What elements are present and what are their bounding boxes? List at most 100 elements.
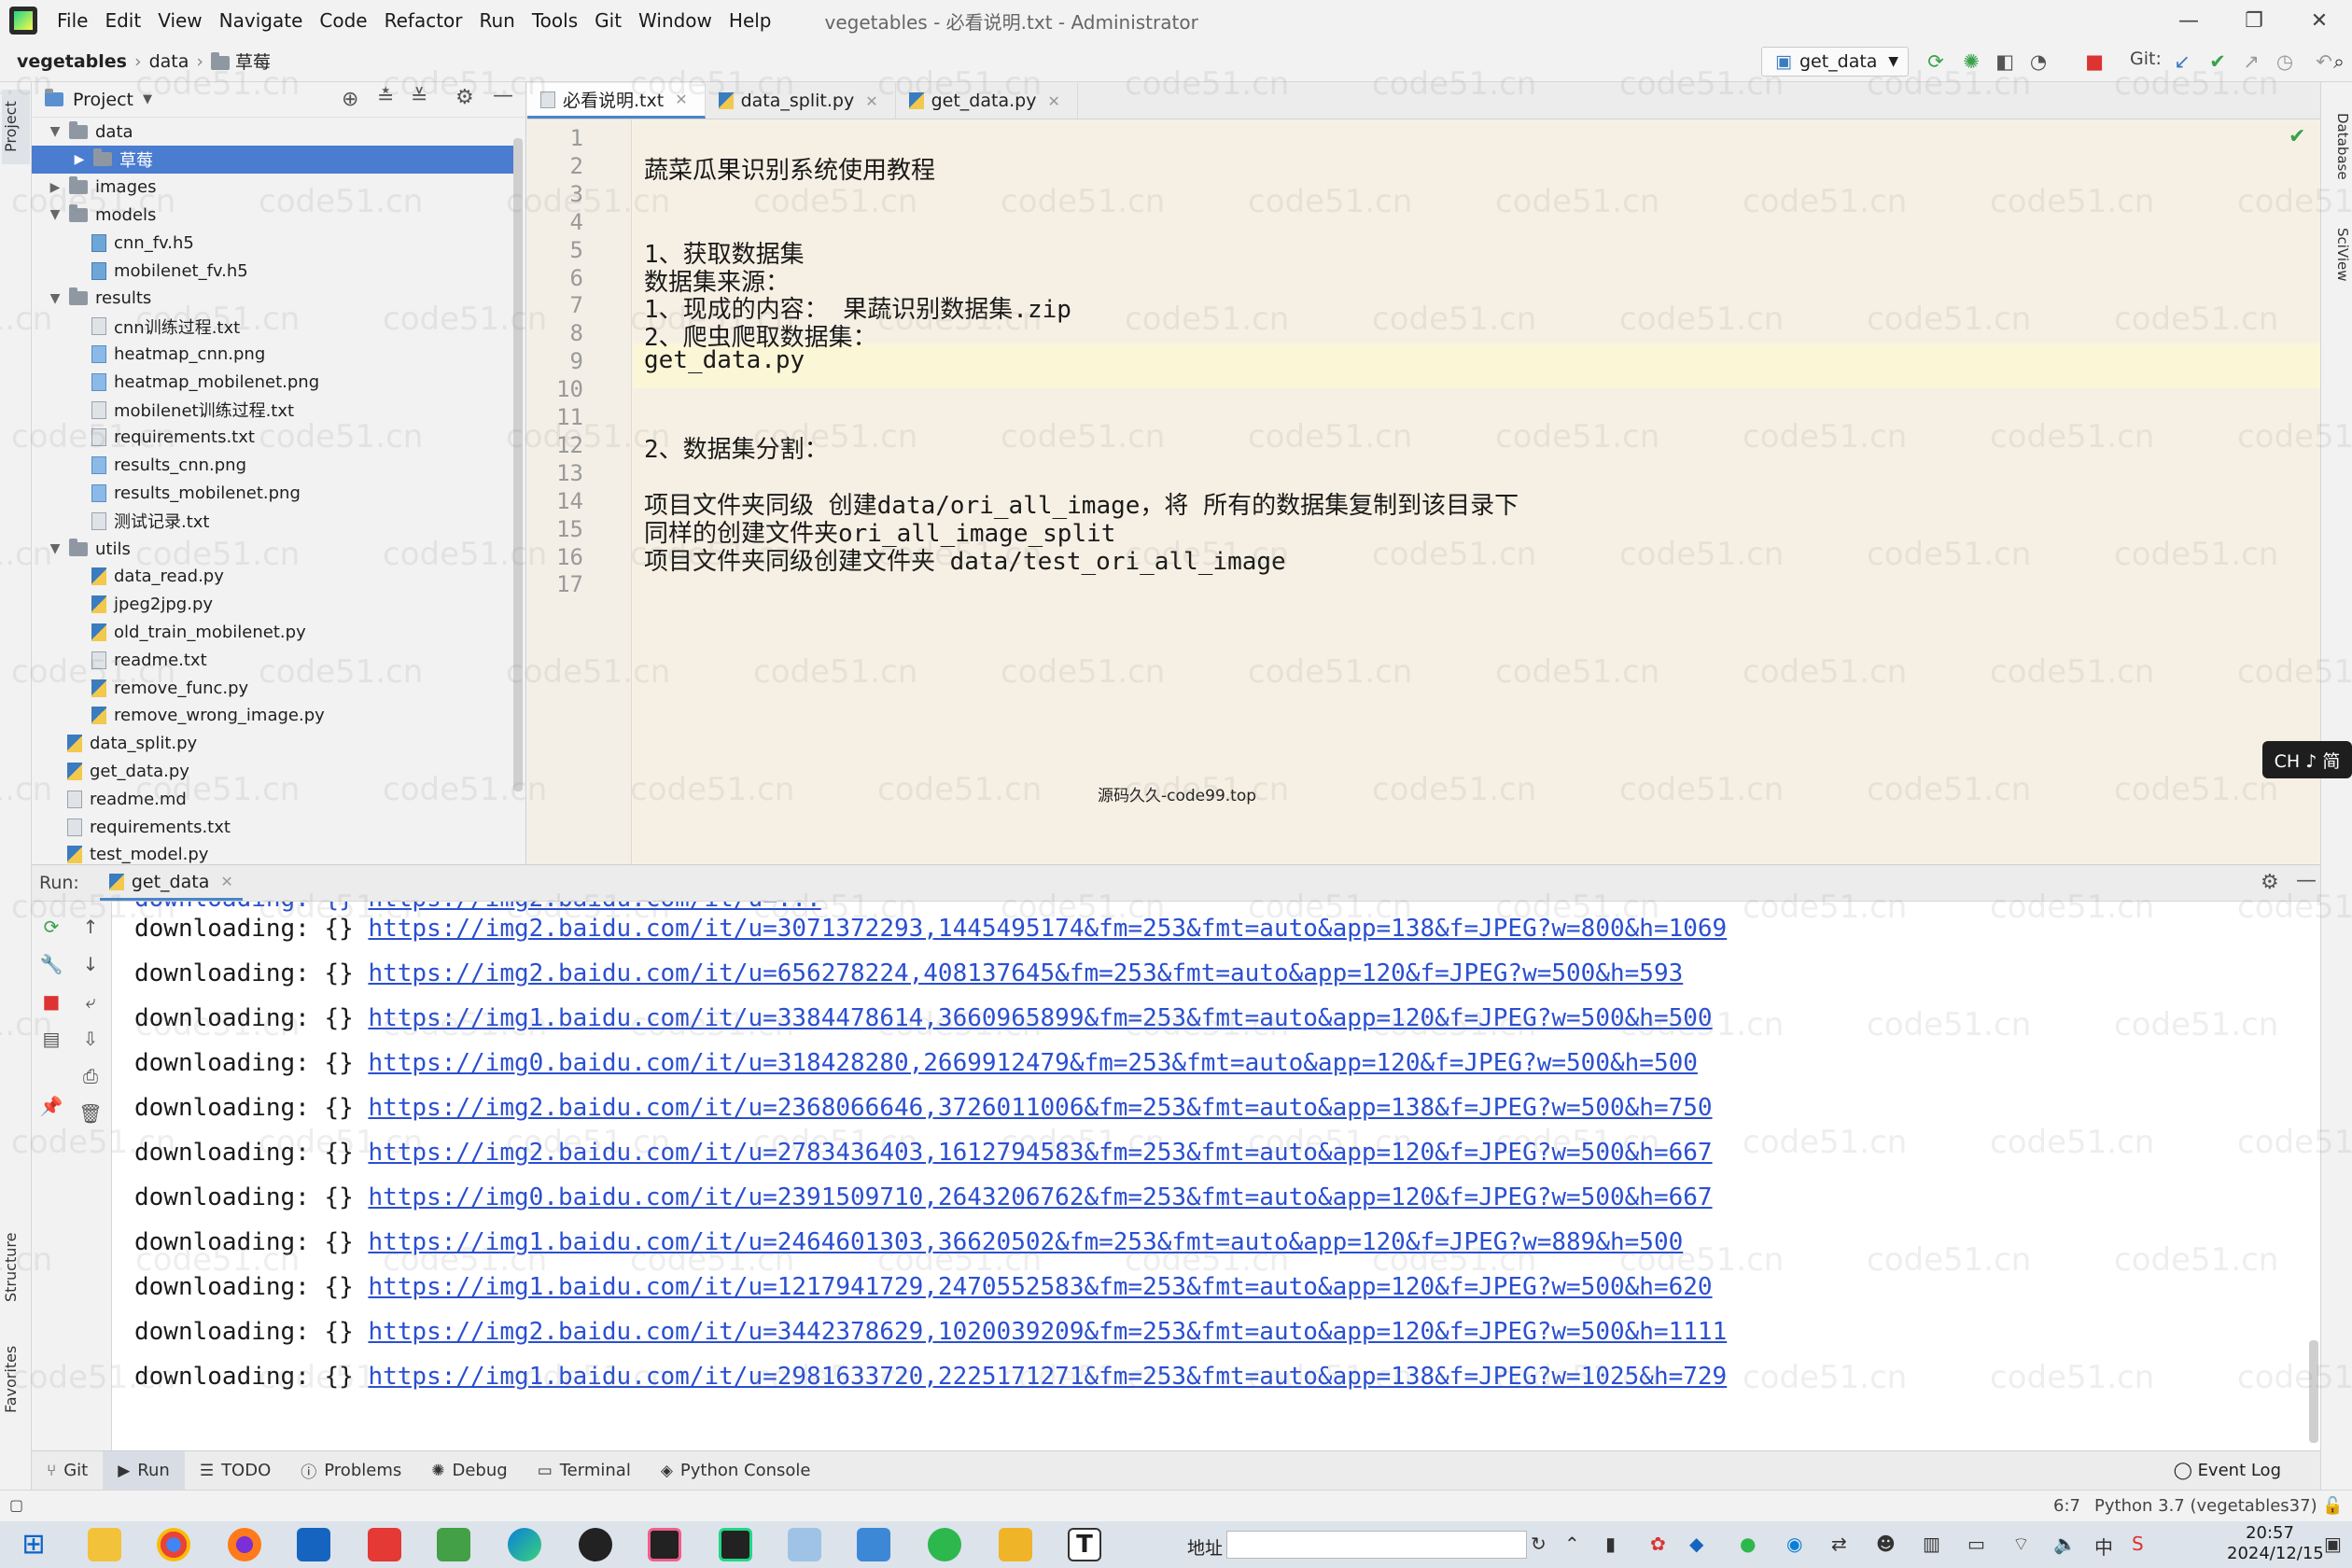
close-icon[interactable]: ✕ bbox=[220, 873, 232, 890]
close-icon[interactable]: ✕ bbox=[865, 92, 877, 110]
print-icon[interactable]: ⎙ bbox=[78, 1064, 103, 1088]
lock-icon[interactable]: 🔓 bbox=[2322, 1496, 2343, 1516]
editor-tab[interactable]: 必看说明.txt ✕ bbox=[527, 83, 706, 119]
console-scrollbar[interactable] bbox=[2309, 1340, 2318, 1443]
tree-file[interactable]: cnn训练过程.txt bbox=[32, 313, 517, 341]
sync-tray-icon[interactable]: ◉ bbox=[1786, 1533, 1802, 1555]
tree-file[interactable]: results_mobilenet.png bbox=[32, 479, 517, 507]
console-link[interactable]: https://img0.baidu.com/it/u=2391509710,2… bbox=[368, 1183, 1712, 1211]
stop-icon[interactable]: ■ bbox=[39, 989, 63, 1014]
coverage-icon[interactable]: ◧ bbox=[1994, 50, 2016, 73]
tree-file[interactable]: 测试记录.txt bbox=[32, 507, 517, 535]
menu-help[interactable]: Help bbox=[721, 9, 780, 32]
system-clock[interactable]: 20:57 2024/12/15 bbox=[2227, 1523, 2324, 1564]
locate-icon[interactable]: ⊕ bbox=[342, 88, 358, 111]
close-button[interactable]: ✕ bbox=[2287, 0, 2352, 41]
tool-tab-problems[interactable]: ⓘ Problems bbox=[286, 1451, 416, 1491]
chevron-down-icon[interactable]: ▼ bbox=[47, 124, 63, 139]
run-tab-get-data[interactable]: get_data ✕ bbox=[99, 865, 243, 901]
menu-tools[interactable]: Tools bbox=[524, 9, 586, 32]
ime-mode[interactable]: 中 bbox=[2094, 1533, 2113, 1560]
windows-start-icon[interactable]: ⊞ bbox=[17, 1528, 50, 1561]
tree-file[interactable]: old_train_mobilenet.py bbox=[32, 618, 517, 646]
structure-side-tab[interactable]: Structure bbox=[2, 1221, 30, 1314]
tree-folder[interactable]: ▼ data bbox=[32, 118, 517, 146]
battery-icon[interactable]: ▭ bbox=[1967, 1533, 1985, 1555]
gear-icon[interactable]: ⚙ bbox=[455, 86, 474, 109]
history-icon[interactable]: ◷ bbox=[2274, 50, 2296, 73]
notepad-icon[interactable] bbox=[788, 1528, 821, 1561]
chevron-right-icon[interactable]: ▶ bbox=[47, 180, 63, 195]
git-commit-icon[interactable]: ✔ bbox=[2206, 50, 2229, 73]
tree-folder[interactable]: ▼ models bbox=[32, 201, 517, 229]
chevron-down-icon[interactable]: ▼ bbox=[47, 541, 63, 556]
menu-file[interactable]: File bbox=[49, 9, 96, 32]
qq-icon[interactable] bbox=[579, 1528, 612, 1561]
tree-file[interactable]: readme.md bbox=[32, 785, 517, 813]
breadcrumb-current-folder[interactable]: 草莓 bbox=[203, 49, 278, 74]
breadcrumb-project[interactable]: vegetables bbox=[0, 51, 134, 72]
menu-code[interactable]: Code bbox=[311, 9, 375, 32]
notification-icon[interactable]: ▣ bbox=[2324, 1533, 2342, 1555]
menu-window[interactable]: Window bbox=[630, 9, 721, 32]
close-icon[interactable]: ✕ bbox=[675, 91, 687, 108]
folder-app-icon[interactable] bbox=[999, 1528, 1032, 1561]
collapse-all-icon[interactable]: ≚ bbox=[411, 86, 427, 109]
toggle-panels-icon[interactable]: ▢ bbox=[9, 1496, 23, 1514]
tree-file[interactable]: results_cnn.png bbox=[32, 452, 517, 480]
tree-file[interactable]: mobilenet训练过程.txt bbox=[32, 396, 517, 424]
stop-icon[interactable]: ■ bbox=[2083, 50, 2106, 73]
tool-tab-terminal[interactable]: ▭ Terminal bbox=[523, 1451, 646, 1491]
pin-icon[interactable]: 📌 bbox=[39, 1094, 63, 1118]
git-update-icon[interactable]: ↙ bbox=[2171, 50, 2193, 73]
console-link[interactable]: https://img1.baidu.com/it/u=3384478614,3… bbox=[368, 1004, 1712, 1032]
app-icon[interactable] bbox=[857, 1528, 890, 1561]
transfer-tray-icon[interactable]: ⇄ bbox=[1831, 1533, 1847, 1555]
tree-file[interactable]: requirements.txt bbox=[32, 424, 517, 452]
soft-wrap-icon[interactable]: ⤶ bbox=[78, 989, 103, 1014]
console-link[interactable]: https://img2.baidu.com/it/u=3442378629,1… bbox=[368, 1318, 1727, 1346]
down-arrow-icon[interactable]: ↓ bbox=[78, 952, 103, 976]
tree-folder[interactable]: ▼ results bbox=[32, 285, 517, 313]
rerun-icon[interactable]: ⟳ bbox=[1925, 50, 1947, 73]
tree-folder[interactable]: ▶ images bbox=[32, 174, 517, 202]
tree-file[interactable]: heatmap_cnn.png bbox=[32, 340, 517, 368]
menu-view[interactable]: View bbox=[149, 9, 210, 32]
console-link[interactable]: https://img1.baidu.com/it/u=2981633720,2… bbox=[368, 1363, 1727, 1391]
tree-file[interactable]: readme.txt bbox=[32, 646, 517, 674]
editor-tab[interactable]: get_data.py ✕ bbox=[896, 83, 1078, 119]
chart-tray-icon[interactable]: ▥ bbox=[1923, 1533, 1940, 1555]
intellij-icon[interactable] bbox=[648, 1528, 681, 1561]
minimize-button[interactable]: — bbox=[2156, 0, 2221, 41]
close-icon[interactable]: ✕ bbox=[1047, 92, 1059, 110]
git-push-icon[interactable]: ↗ bbox=[2240, 50, 2262, 73]
wifi-icon[interactable]: ⌔ bbox=[2012, 1533, 2030, 1556]
maximize-button[interactable]: ❐ bbox=[2221, 0, 2287, 41]
run-configuration-select[interactable]: ▣ get_data ▼ bbox=[1761, 47, 1909, 77]
menu-refactor[interactable]: Refactor bbox=[376, 9, 471, 32]
tree-file[interactable]: data_split.py bbox=[32, 730, 517, 758]
hide-panel-icon[interactable]: — bbox=[2296, 869, 2317, 892]
wps-icon[interactable] bbox=[368, 1528, 401, 1561]
tree-file[interactable]: get_data.py bbox=[32, 757, 517, 785]
menu-git[interactable]: Git bbox=[586, 9, 630, 32]
menu-run[interactable]: Run bbox=[471, 9, 524, 32]
tree-file[interactable]: jpeg2jpg.py bbox=[32, 591, 517, 619]
layout-icon[interactable]: ▤ bbox=[39, 1027, 63, 1051]
caret-position[interactable]: 6:7 bbox=[2053, 1496, 2080, 1516]
chevron-down-icon[interactable]: ▼ bbox=[143, 92, 152, 106]
console-link[interactable]: https://img2.baidu.com/it/u=656278224,40… bbox=[368, 959, 1683, 987]
search-icon[interactable]: ⌕ bbox=[2328, 50, 2350, 73]
profile-icon[interactable]: ◔ bbox=[2027, 50, 2050, 73]
console-link[interactable]: https://img2.baidu.com/it/u=2783436403,1… bbox=[368, 1139, 1712, 1167]
chrome-icon[interactable] bbox=[157, 1528, 190, 1561]
tree-file[interactable]: mobilenet_fv.h5 bbox=[32, 257, 517, 285]
spreadsheet-icon[interactable] bbox=[437, 1528, 470, 1561]
chevron-down-icon[interactable]: ▼ bbox=[47, 207, 63, 222]
project-side-tab[interactable]: Project bbox=[2, 90, 30, 164]
console-link[interactable]: https://img0.baidu.com/it/u=318428280,26… bbox=[368, 1049, 1697, 1077]
menu-edit[interactable]: Edit bbox=[96, 9, 149, 32]
tree-file[interactable]: remove_wrong_image.py bbox=[32, 702, 517, 730]
editor-tab[interactable]: data_split.py ✕ bbox=[706, 83, 896, 119]
vpn-tray-icon[interactable]: ◆ bbox=[1689, 1533, 1703, 1555]
